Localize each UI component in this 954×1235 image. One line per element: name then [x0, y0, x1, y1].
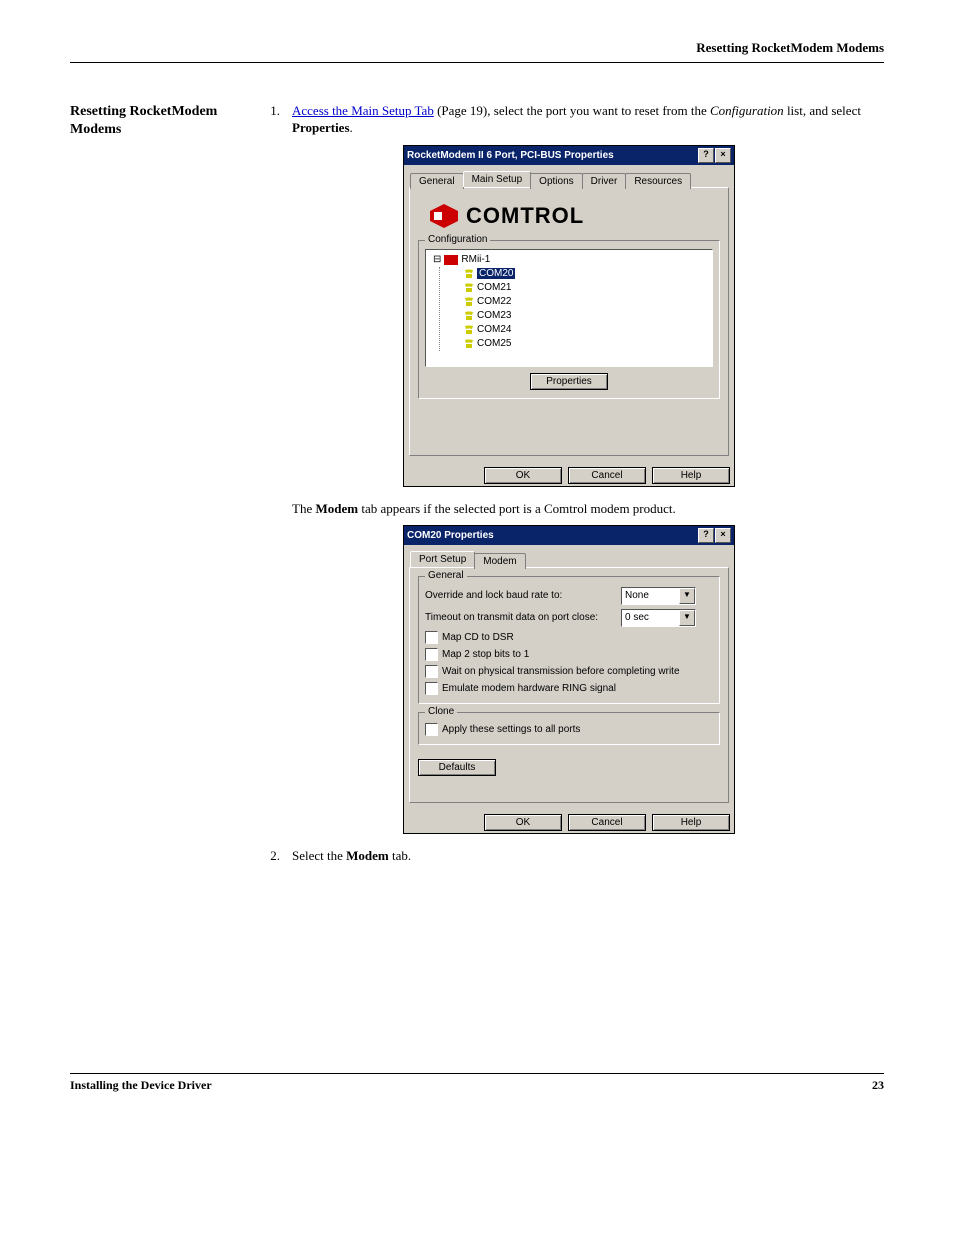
wait-physical-checkbox[interactable]	[425, 665, 438, 678]
tree-item-com25[interactable]: COM25	[440, 337, 709, 351]
tab-options[interactable]: Options	[530, 173, 582, 189]
defaults-button[interactable]: Defaults	[418, 759, 496, 776]
port-tree[interactable]: ⊟ RMii-1 COM20 COM21	[425, 249, 713, 367]
chevron-down-icon: ▼	[679, 588, 695, 604]
help-button[interactable]: Help	[652, 467, 730, 484]
cancel-button[interactable]: Cancel	[568, 814, 646, 831]
phone-icon	[464, 325, 474, 335]
close-icon[interactable]: ×	[715, 528, 731, 543]
sidebar-heading: Resetting RocketModem Modems	[70, 103, 230, 873]
tree-item-com24[interactable]: COM24	[440, 323, 709, 337]
tab-driver[interactable]: Driver	[582, 173, 627, 189]
access-main-setup-link[interactable]: Access the Main Setup Tab	[292, 103, 434, 118]
ok-button[interactable]: OK	[484, 814, 562, 831]
step-1: 1. Access the Main Setup Tab (Page 19), …	[254, 103, 884, 137]
override-baud-label: Override and lock baud rate to:	[425, 590, 615, 601]
step-text: Select the Modem tab.	[292, 848, 884, 865]
phone-icon	[464, 297, 474, 307]
dialog1-titlebar: RocketModem II 6 Port, PCI-BUS Propertie…	[404, 146, 734, 165]
clone-legend: Clone	[425, 706, 457, 717]
dialog1-title: RocketModem II 6 Port, PCI-BUS Propertie…	[407, 150, 614, 161]
modem-tab-note: The Modem tab appears if the selected po…	[292, 501, 884, 517]
dialog2-tabs: Port Setup Modem	[404, 545, 734, 567]
dialog2-titlebar: COM20 Properties ? ×	[404, 526, 734, 545]
com20-properties-dialog: COM20 Properties ? × Port Setup Modem Ge…	[403, 525, 735, 834]
map-2-stop-bits-label: Map 2 stop bits to 1	[442, 649, 529, 660]
phone-icon	[464, 311, 474, 321]
card-icon	[444, 255, 458, 265]
map-2-stop-bits-checkbox[interactable]	[425, 648, 438, 661]
close-icon[interactable]: ×	[715, 148, 731, 163]
page-section-header: Resetting RocketModem Modems	[70, 40, 884, 63]
comtrol-logo-icon	[428, 202, 460, 230]
wait-physical-label: Wait on physical transmission before com…	[442, 666, 680, 677]
general-group: General Override and lock baud rate to: …	[418, 576, 720, 704]
phone-icon	[464, 283, 474, 293]
tab-port-setup[interactable]: Port Setup	[410, 551, 475, 567]
clone-group: Clone Apply these settings to all ports	[418, 712, 720, 745]
dialog1-tabs: General Main Setup Options Driver Resour…	[404, 165, 734, 187]
apply-all-ports-label: Apply these settings to all ports	[442, 724, 580, 735]
dialog2-title: COM20 Properties	[407, 530, 494, 541]
footer-left: Installing the Device Driver	[70, 1078, 212, 1093]
tree-item-com21[interactable]: COM21	[440, 281, 709, 295]
tab-general[interactable]: General	[410, 173, 464, 189]
tab-main-setup[interactable]: Main Setup	[463, 171, 532, 187]
step-number: 2.	[254, 848, 292, 865]
tree-item-com23[interactable]: COM23	[440, 309, 709, 323]
step-2: 2. Select the Modem tab.	[254, 848, 884, 865]
timeout-select[interactable]: 0 sec▼	[621, 609, 696, 627]
configuration-group: Configuration ⊟ RMii-1 COM20	[418, 240, 720, 399]
tree-root[interactable]: ⊟ RMii-1	[429, 253, 709, 267]
tab-modem[interactable]: Modem	[474, 553, 525, 569]
rocketmodem-properties-dialog: RocketModem II 6 Port, PCI-BUS Propertie…	[403, 145, 735, 487]
step-number: 1.	[254, 103, 292, 137]
apply-all-ports-checkbox[interactable]	[425, 723, 438, 736]
properties-button[interactable]: Properties	[530, 373, 608, 390]
timeout-label: Timeout on transmit data on port close:	[425, 612, 615, 623]
general-legend: General	[425, 570, 467, 581]
page-footer: Installing the Device Driver 23	[70, 1073, 884, 1093]
cancel-button[interactable]: Cancel	[568, 467, 646, 484]
step-text: Access the Main Setup Tab (Page 19), sel…	[292, 103, 884, 137]
phone-icon	[464, 269, 474, 279]
chevron-down-icon: ▼	[679, 610, 695, 626]
map-cd-dsr-checkbox[interactable]	[425, 631, 438, 644]
emulate-ring-checkbox[interactable]	[425, 682, 438, 695]
override-baud-select[interactable]: None▼	[621, 587, 696, 605]
tab-resources[interactable]: Resources	[625, 173, 691, 189]
emulate-ring-label: Emulate modem hardware RING signal	[442, 683, 616, 694]
footer-page-number: 23	[872, 1078, 884, 1093]
help-icon[interactable]: ?	[698, 148, 714, 163]
phone-icon	[464, 339, 474, 349]
help-icon[interactable]: ?	[698, 528, 714, 543]
main-content: 1. Access the Main Setup Tab (Page 19), …	[254, 103, 884, 873]
ok-button[interactable]: OK	[484, 467, 562, 484]
tree-item-com22[interactable]: COM22	[440, 295, 709, 309]
tree-item-com20[interactable]: COM20	[440, 267, 709, 281]
help-button[interactable]: Help	[652, 814, 730, 831]
map-cd-dsr-label: Map CD to DSR	[442, 632, 514, 643]
configuration-legend: Configuration	[425, 234, 490, 245]
